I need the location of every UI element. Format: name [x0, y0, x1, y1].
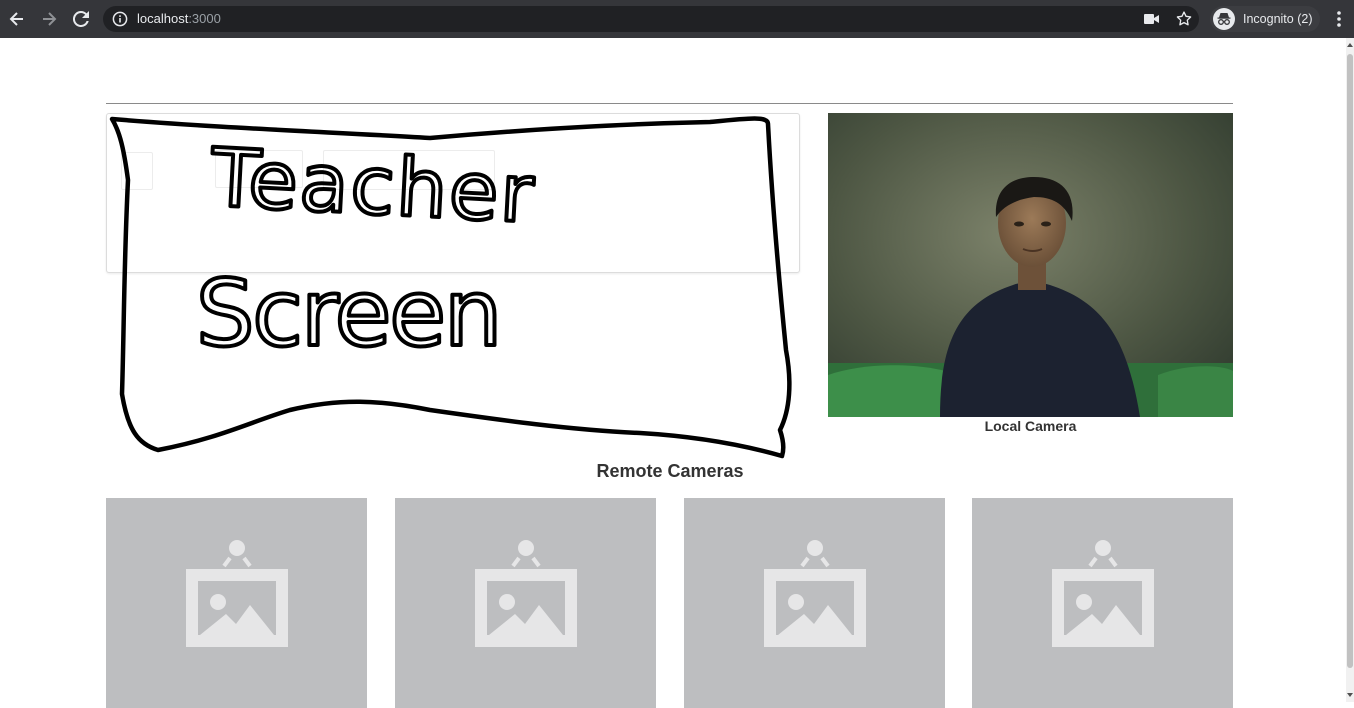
- faint-placeholder: [323, 150, 495, 190]
- teacher-screen-panel: [106, 113, 800, 273]
- drawing-text-screen: Screen: [196, 260, 500, 367]
- video-camera-icon[interactable]: [1144, 12, 1160, 26]
- image-placeholder-icon: [764, 540, 866, 647]
- local-camera-label: Local Camera: [984, 418, 1077, 434]
- scroll-up-arrow-icon[interactable]: [1346, 40, 1354, 50]
- browser-toolbar: localhost:3000 Incognito (2): [0, 0, 1354, 38]
- faint-placeholder: [121, 152, 153, 190]
- url-port: :3000: [188, 11, 221, 26]
- scroll-down-arrow-icon[interactable]: [1346, 690, 1354, 700]
- star-icon[interactable]: [1175, 10, 1193, 28]
- reload-icon: [73, 11, 89, 27]
- incognito-icon: [1213, 8, 1235, 30]
- image-placeholder-icon: [186, 540, 288, 647]
- forward-button[interactable]: [39, 9, 59, 29]
- address-bar[interactable]: localhost:3000: [103, 6, 1199, 32]
- remote-camera-tile[interactable]: [106, 498, 367, 708]
- local-camera-video[interactable]: [828, 113, 1233, 417]
- forward-arrow-icon: [43, 12, 57, 26]
- kebab-menu-icon[interactable]: [1332, 10, 1346, 28]
- page-scrollbar-thumb[interactable]: [1347, 54, 1353, 668]
- remote-camera-tile[interactable]: [972, 498, 1233, 708]
- profile-button[interactable]: Incognito (2): [1210, 6, 1320, 32]
- remote-cameras-title: Remote Cameras: [596, 461, 744, 481]
- back-button[interactable]: [7, 9, 27, 29]
- reload-button[interactable]: [71, 9, 91, 29]
- back-arrow-icon: [9, 12, 23, 26]
- info-icon[interactable]: [112, 11, 128, 27]
- url-host: localhost: [137, 11, 189, 26]
- remote-camera-tile[interactable]: [684, 498, 945, 708]
- faint-placeholder: [215, 150, 303, 188]
- webcam-frame: [828, 113, 1233, 417]
- remote-camera-tile[interactable]: [395, 498, 656, 708]
- profile-label: Incognito (2): [1243, 12, 1313, 26]
- divider: [106, 103, 1233, 104]
- url-text: localhost:3000: [137, 11, 221, 27]
- image-placeholder-icon: [1052, 540, 1154, 647]
- image-placeholder-icon: [475, 540, 577, 647]
